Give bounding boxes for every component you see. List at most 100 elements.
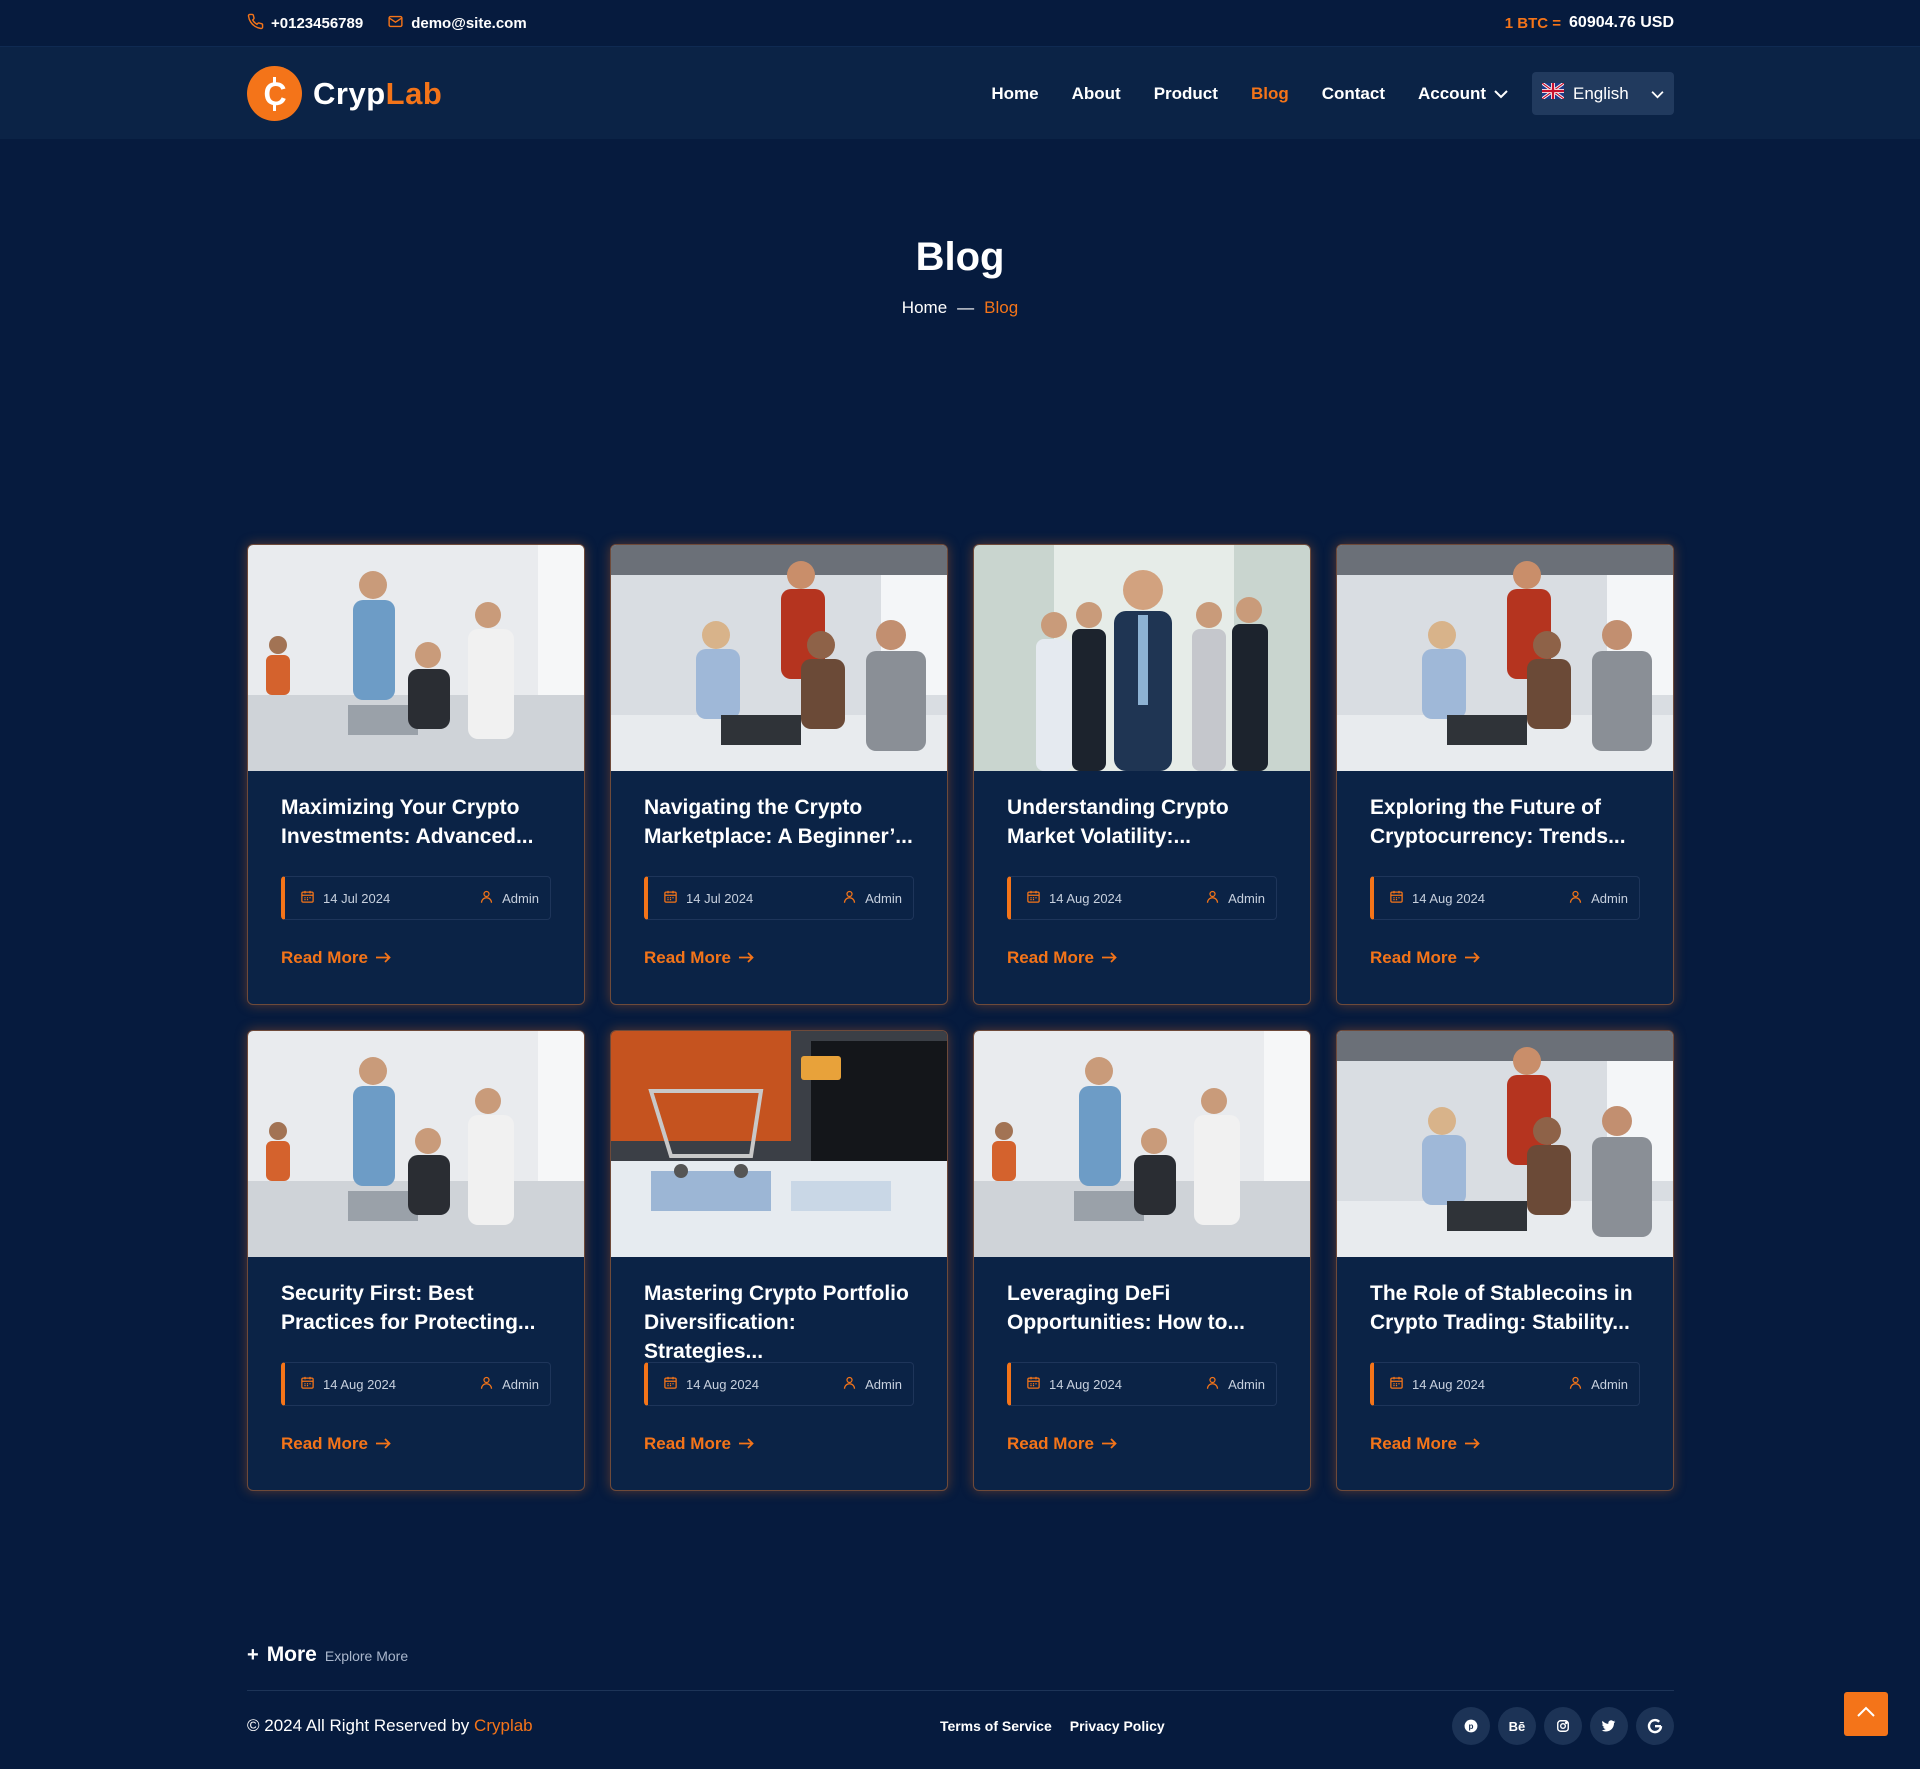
blog-card[interactable]: The Role of Stablecoins in Crypto Tradin… <box>1336 1030 1674 1491</box>
read-more-link[interactable]: Read More <box>1370 1434 1640 1454</box>
blog-card-title[interactable]: Maximizing Your Crypto Investments: Adva… <box>281 793 551 851</box>
post-date-text: 14 Aug 2024 <box>686 1376 760 1392</box>
arrow-right-icon <box>738 948 754 968</box>
more-label: More <box>266 1643 317 1666</box>
blog-card-image[interactable] <box>974 1031 1310 1257</box>
logo-text-part1: Cryp <box>313 75 386 111</box>
instagram-icon[interactable] <box>1543 1707 1582 1745</box>
svg-text:p: p <box>1468 1722 1473 1731</box>
blog-card-meta: 14 Jul 2024 Admin <box>644 876 914 920</box>
blog-card-image[interactable] <box>974 545 1310 771</box>
explore-more[interactable]: + More Explore More <box>247 1643 1674 1667</box>
calendar-icon <box>300 889 315 907</box>
arrow-right-icon <box>375 1434 391 1454</box>
privacy-link[interactable]: Privacy Policy <box>1070 1718 1165 1734</box>
read-more-link[interactable]: Read More <box>1007 1434 1277 1454</box>
blog-card[interactable]: Maximizing Your Crypto Investments: Adva… <box>247 544 585 1005</box>
post-author-text: Admin <box>865 890 902 906</box>
blog-card-image[interactable] <box>1337 1031 1673 1257</box>
blog-grid: Maximizing Your Crypto Investments: Adva… <box>247 544 1674 1491</box>
post-author: Admin <box>1205 889 1265 907</box>
read-more-link[interactable]: Read More <box>1370 948 1640 968</box>
pinterest-icon[interactable]: p <box>1451 1707 1490 1745</box>
read-more-label: Read More <box>1007 1434 1094 1453</box>
user-icon <box>1205 889 1220 907</box>
blog-card-body: The Role of Stablecoins in Crypto Tradin… <box>1337 1257 1673 1454</box>
blog-card-title[interactable]: Exploring the Future of Cryptocurrency: … <box>1370 793 1640 851</box>
nav-product[interactable]: Product <box>1154 84 1218 104</box>
chevron-up-icon <box>1856 1705 1876 1723</box>
blog-card-image[interactable] <box>248 1031 584 1257</box>
post-author: Admin <box>479 1375 539 1393</box>
mail-icon <box>387 13 404 34</box>
post-date-text: 14 Aug 2024 <box>323 1376 397 1392</box>
google-icon[interactable] <box>1635 1707 1674 1745</box>
blog-card-image[interactable] <box>611 1031 947 1257</box>
post-author-text: Admin <box>502 890 539 906</box>
blog-card-body: Navigating the Crypto Marketplace: A Beg… <box>611 771 947 968</box>
post-date-text: 14 Aug 2024 <box>1049 890 1123 906</box>
blog-card[interactable]: Navigating the Crypto Marketplace: A Beg… <box>610 544 948 1005</box>
twitter-icon[interactable] <box>1589 1707 1628 1745</box>
read-more-link[interactable]: Read More <box>281 948 551 968</box>
calendar-icon <box>663 889 678 907</box>
blog-card-title[interactable]: Leveraging DeFi Opportunities: How to... <box>1007 1279 1277 1337</box>
nav-contact[interactable]: Contact <box>1322 84 1385 104</box>
arrow-right-icon <box>1101 1434 1117 1454</box>
blog-card-title[interactable]: Mastering Crypto Portfolio Diversificati… <box>644 1279 914 1363</box>
read-more-link[interactable]: Read More <box>644 948 914 968</box>
read-more-label: Read More <box>281 948 368 967</box>
post-author-text: Admin <box>502 1376 539 1392</box>
nav-account[interactable]: Account <box>1418 84 1508 104</box>
blog-card-title[interactable]: Understanding Crypto Market Volatility:.… <box>1007 793 1277 851</box>
post-date-text: 14 Jul 2024 <box>686 890 754 906</box>
breadcrumb-home[interactable]: Home <box>902 298 947 318</box>
calendar-icon <box>663 1375 678 1393</box>
blog-card-image[interactable] <box>1337 545 1673 771</box>
post-author: Admin <box>842 1375 902 1393</box>
arrow-right-icon <box>375 948 391 968</box>
blog-card-title[interactable]: Security First: Best Practices for Prote… <box>281 1279 551 1337</box>
blog-card-image[interactable] <box>611 545 947 771</box>
blog-card[interactable]: Exploring the Future of Cryptocurrency: … <box>1336 544 1674 1005</box>
terms-link[interactable]: Terms of Service <box>940 1718 1052 1734</box>
blog-card[interactable]: Understanding Crypto Market Volatility:.… <box>973 544 1311 1005</box>
blog-card[interactable]: Leveraging DeFi Opportunities: How to...… <box>973 1030 1311 1491</box>
blog-card-image[interactable] <box>248 545 584 771</box>
site-logo[interactable]: C CrypLab <box>247 66 442 121</box>
nav-about[interactable]: About <box>1072 84 1121 104</box>
blog-card-title[interactable]: The Role of Stablecoins in Crypto Tradin… <box>1370 1279 1640 1337</box>
btc-rate: 1 BTC = 60904.76 USD <box>1505 14 1674 32</box>
nav-account-label: Account <box>1418 83 1486 103</box>
read-more-label: Read More <box>281 1434 368 1453</box>
breadcrumb-current: Blog <box>984 298 1019 317</box>
user-icon <box>842 889 857 907</box>
blog-card-meta: 14 Aug 2024 Admin <box>1007 876 1277 920</box>
phone-contact[interactable]: +0123456789 <box>247 13 363 34</box>
blog-card-title[interactable]: Navigating the Crypto Marketplace: A Beg… <box>644 793 914 851</box>
email-contact[interactable]: demo@site.com <box>387 13 527 34</box>
blog-card-meta: 14 Aug 2024 Admin <box>1370 876 1640 920</box>
behance-icon[interactable]: Bē <box>1497 1707 1536 1745</box>
read-more-link[interactable]: Read More <box>281 1434 551 1454</box>
read-more-link[interactable]: Read More <box>1007 948 1277 968</box>
logo-text: CrypLab <box>313 76 442 112</box>
blog-card-body: Leveraging DeFi Opportunities: How to...… <box>974 1257 1310 1454</box>
post-author-text: Admin <box>1591 1376 1628 1392</box>
read-more-link[interactable]: Read More <box>644 1434 914 1454</box>
blog-card-body: Mastering Crypto Portfolio Diversificati… <box>611 1257 947 1454</box>
nav-home[interactable]: Home <box>991 84 1038 104</box>
nav-blog[interactable]: Blog <box>1251 84 1289 104</box>
language-select[interactable]: English <box>1532 72 1674 115</box>
blog-card[interactable]: Security First: Best Practices for Prote… <box>247 1030 585 1491</box>
user-icon <box>1568 1375 1583 1393</box>
post-author: Admin <box>1568 1375 1628 1393</box>
post-author: Admin <box>1568 889 1628 907</box>
logo-text-part2: Lab <box>385 75 443 111</box>
blog-card[interactable]: Mastering Crypto Portfolio Diversificati… <box>610 1030 948 1491</box>
copyright-brand-link[interactable]: Cryplab <box>474 1716 533 1735</box>
blog-card-meta: 14 Aug 2024 Admin <box>281 1362 551 1406</box>
scroll-to-top-button[interactable] <box>1844 1692 1888 1736</box>
user-icon <box>1568 889 1583 907</box>
btc-rate-label: 1 BTC = <box>1504 14 1562 32</box>
